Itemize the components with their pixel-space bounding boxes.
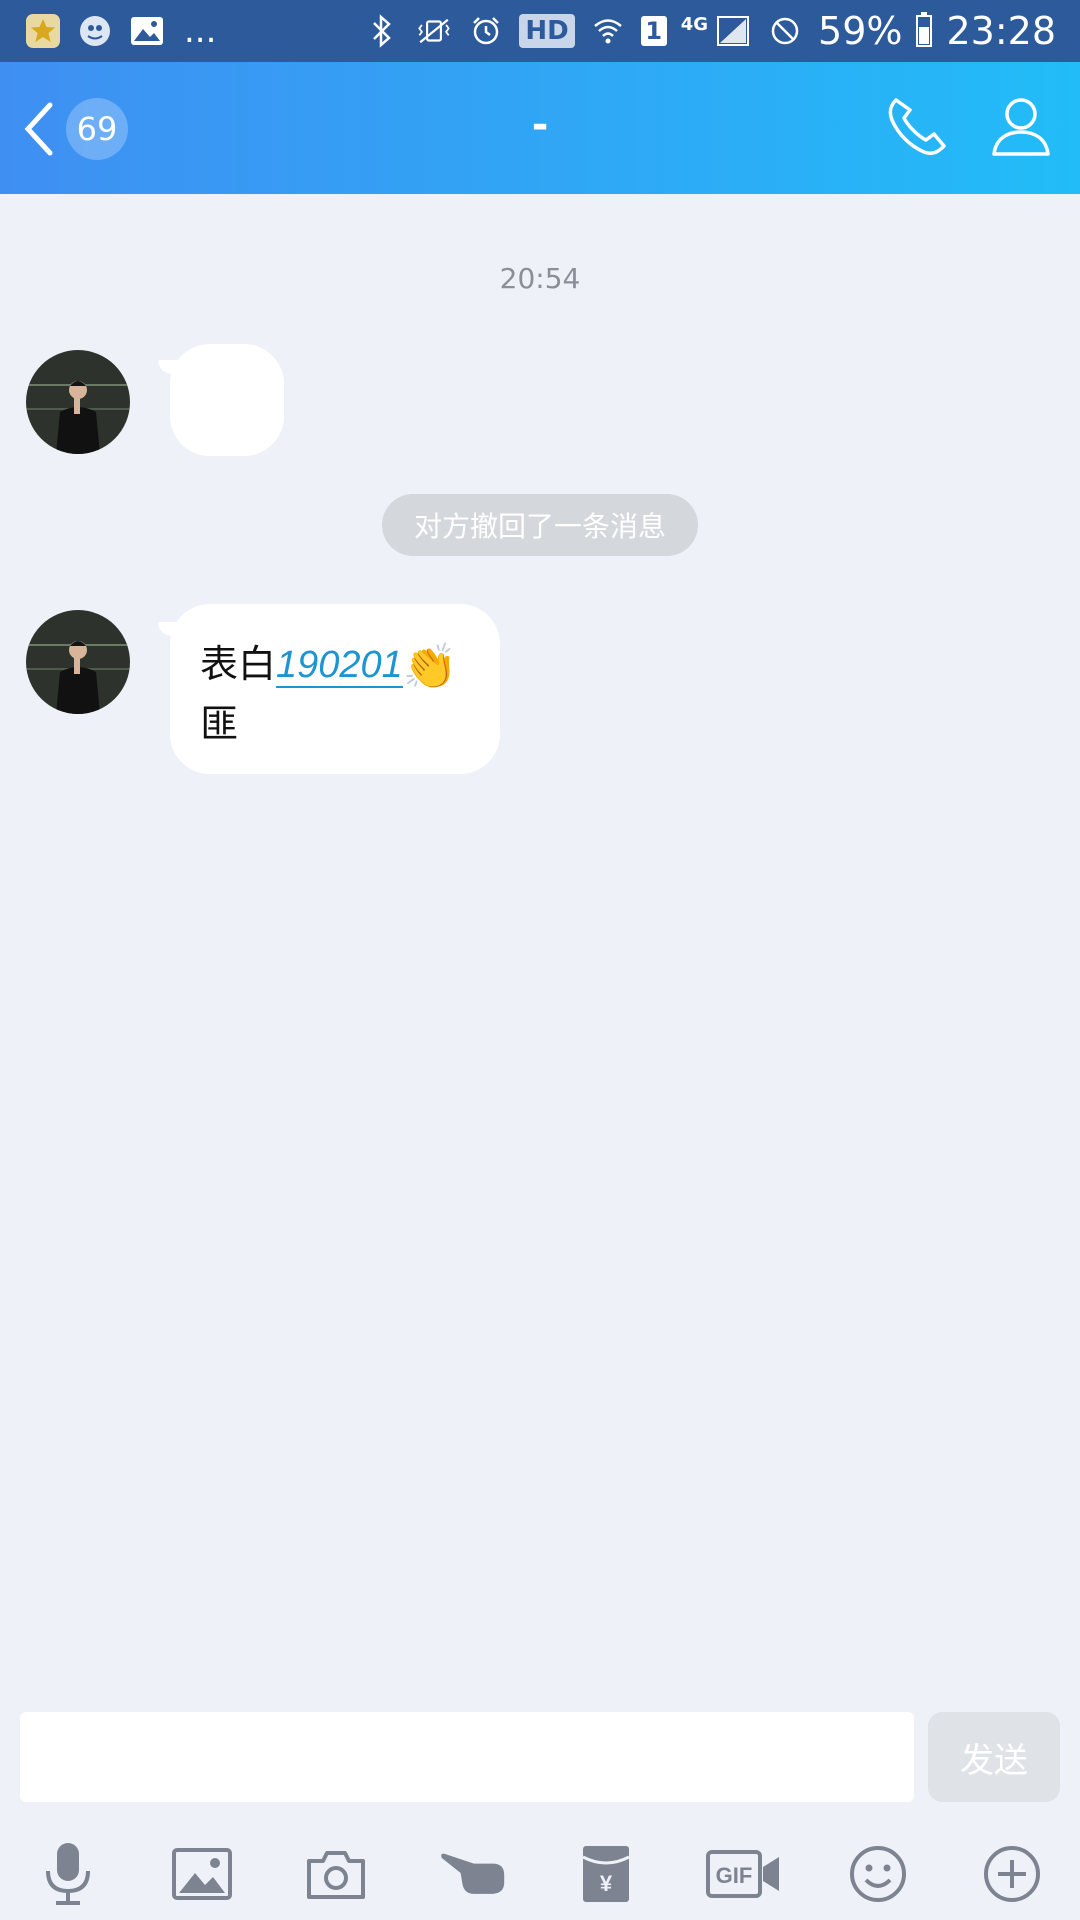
microphone-icon	[46, 1843, 90, 1905]
message-bubble-empty[interactable]	[170, 344, 284, 456]
image-notify-icon	[128, 12, 166, 50]
phone-icon	[888, 98, 946, 156]
qq-notify-icon	[76, 12, 114, 50]
avatar[interactable]	[26, 350, 130, 454]
svg-text:GIF: GIF	[716, 1863, 753, 1888]
message-timestamp: 20:54	[499, 262, 581, 295]
emoji-icon	[850, 1846, 906, 1902]
gif-icon: GIF	[706, 1850, 779, 1898]
poke-icon	[441, 1853, 505, 1894]
message-text[interactable]: 表白190201👏 匪	[200, 636, 480, 752]
image-button[interactable]	[166, 1838, 238, 1910]
vibrate-mute-icon	[415, 12, 453, 50]
message-number-link[interactable]: 190201	[276, 644, 403, 688]
battery-percent: 59%	[818, 9, 903, 53]
battery-fill	[919, 27, 930, 44]
network-type: 4G	[680, 13, 709, 35]
bluetooth-icon	[363, 12, 401, 50]
voice-button[interactable]	[32, 1838, 104, 1910]
message-input[interactable]	[20, 1712, 914, 1802]
gold-star-app-icon	[24, 12, 62, 50]
sim-indicator: 1	[640, 16, 667, 46]
hd-badge: HD	[519, 14, 575, 48]
profile-button[interactable]	[988, 94, 1054, 160]
composer: 发送	[20, 1712, 1060, 1804]
status-bar-right: HD 1 4G 59% 23:28	[363, 9, 1056, 53]
signal-icon	[714, 12, 752, 50]
wifi-icon	[589, 12, 627, 50]
dnd-icon	[766, 12, 804, 50]
poke-button[interactable]	[436, 1838, 508, 1910]
camera-icon	[307, 1851, 365, 1899]
image-icon	[172, 1848, 232, 1900]
send-button[interactable]: 发送	[928, 1712, 1060, 1802]
emoji-button[interactable]	[842, 1838, 914, 1910]
camera-button[interactable]	[300, 1838, 372, 1910]
red-envelope-button[interactable]: ¥	[570, 1838, 642, 1910]
avatar[interactable]	[26, 610, 130, 714]
gif-button[interactable]: GIF	[704, 1838, 782, 1910]
status-bar: ... HD 1 4G 59% 23:28	[0, 0, 1080, 62]
more-button[interactable]	[976, 1838, 1048, 1910]
status-bar-left: ...	[24, 12, 216, 50]
plus-icon	[984, 1846, 1040, 1902]
recall-notice: 对方撤回了一条消息	[382, 494, 698, 556]
red-envelope-icon: ¥	[582, 1846, 630, 1902]
voice-call-button[interactable]	[882, 94, 948, 160]
message-prefix: 表白	[200, 642, 277, 686]
more-notifications: ...	[184, 11, 217, 51]
svg-text:¥: ¥	[600, 1871, 613, 1896]
clock: 23:28	[946, 9, 1056, 53]
chat-header: 69 -	[0, 62, 1080, 194]
profile-icon	[992, 98, 1050, 156]
composer-toolbar: ¥ GIF	[0, 1820, 1080, 1920]
alarm-icon	[467, 12, 505, 50]
battery-icon	[916, 12, 933, 47]
clap-emoji: 👏	[402, 641, 458, 693]
message-suffix: 匪	[200, 701, 239, 746]
